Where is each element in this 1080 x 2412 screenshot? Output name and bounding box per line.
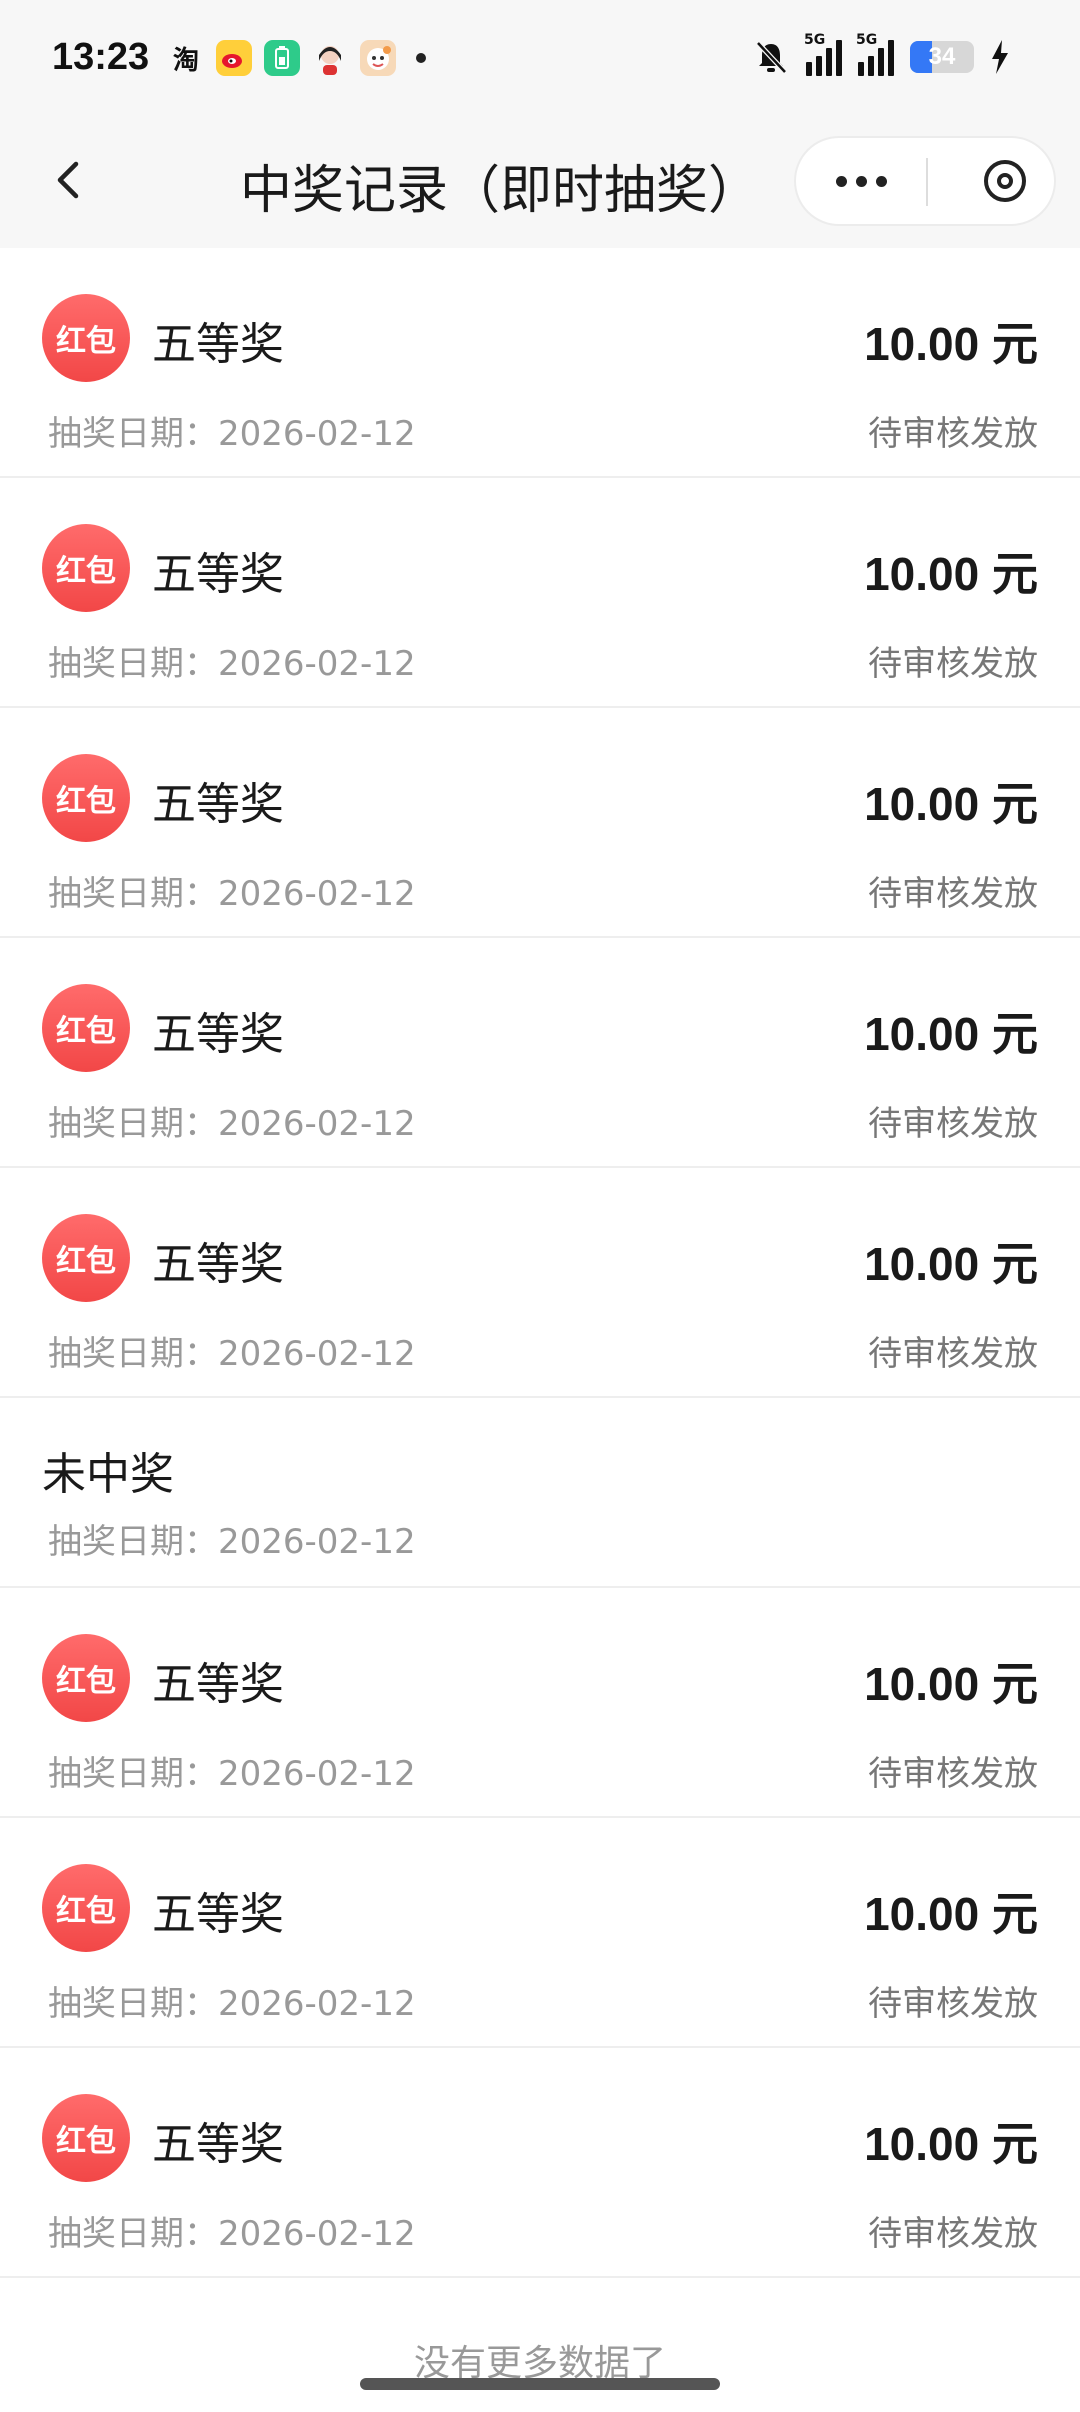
prize-amount: 10.00 元 — [864, 778, 1038, 830]
list-item[interactable]: 红包 五等奖 10.00 元 抽奖日期：2026-02-12 待审核发放 — [0, 2048, 1080, 2278]
battery-percent: 34 — [928, 43, 956, 70]
taobao-icon: 淘 — [172, 45, 199, 76]
status-text: 待审核发放 — [868, 1754, 1038, 1794]
red-packet-badge: 红包 — [42, 294, 130, 382]
prize-amount: 10.00 元 — [864, 548, 1038, 600]
status-time: 13:23 — [52, 36, 150, 78]
list-item-no-prize[interactable]: 未中奖 抽奖日期：2026-02-12 — [0, 1398, 1080, 1588]
more-dot-icon — [875, 175, 887, 187]
mute-bell-icon — [756, 41, 787, 74]
prize-name: 五等奖 — [152, 1239, 284, 1290]
prize-amount: 10.00 元 — [864, 1888, 1038, 1940]
prize-name: 五等奖 — [152, 319, 284, 370]
more-button[interactable] — [796, 138, 926, 224]
charging-icon — [992, 40, 1008, 74]
status-text: 待审核发放 — [868, 414, 1038, 454]
draw-date: 抽奖日期：2026-02-12 — [48, 874, 416, 914]
draw-date: 抽奖日期：2026-02-12 — [48, 1984, 416, 2024]
system-icons: 5G 5G 34 — [752, 32, 1010, 76]
red-packet-badge: 红包 — [42, 1214, 130, 1302]
draw-date: 抽奖日期：2026-02-12 — [48, 1522, 416, 1562]
prize-name: 五等奖 — [152, 779, 284, 830]
draw-date: 抽奖日期：2026-02-12 — [48, 1754, 416, 1794]
prize-name: 五等奖 — [152, 2119, 284, 2170]
prize-amount: 10.00 元 — [864, 2118, 1038, 2170]
mini-program-capsule — [794, 136, 1056, 226]
more-notifications-dot — [416, 53, 426, 63]
battery-app-icon — [264, 40, 300, 76]
list-item[interactable]: 红包 五等奖 10.00 元 抽奖日期：2026-02-12 待审核发放 — [0, 708, 1080, 938]
list-item[interactable]: 红包 五等奖 10.00 元 抽奖日期：2026-02-12 待审核发放 — [0, 938, 1080, 1168]
list-item[interactable]: 红包 五等奖 10.00 元 抽奖日期：2026-02-12 待审核发放 — [0, 1168, 1080, 1398]
red-packet-badge: 红包 — [42, 984, 130, 1072]
prize-amount: 10.00 元 — [864, 1008, 1038, 1060]
status-text: 待审核发放 — [868, 2214, 1038, 2254]
signal-icon-2: 5G — [856, 32, 894, 76]
draw-date: 抽奖日期：2026-02-12 — [48, 1104, 416, 1144]
close-button[interactable] — [982, 158, 1028, 204]
chevron-left-icon — [57, 161, 79, 199]
more-dot-icon — [835, 175, 847, 187]
prize-amount: 10.00 元 — [864, 1238, 1038, 1290]
prize-name: 五等奖 — [152, 549, 284, 600]
prize-amount: 10.00 元 — [864, 1658, 1038, 1710]
status-text: 待审核发放 — [868, 644, 1038, 684]
draw-date: 抽奖日期：2026-02-12 — [48, 1334, 416, 1374]
nav-bar: 中奖记录（即时抽奖） — [0, 120, 1080, 248]
game-app-icon — [360, 40, 396, 76]
notification-icons: 淘 — [168, 40, 426, 76]
home-indicator[interactable] — [360, 2378, 720, 2390]
prize-name: 未中奖 — [42, 1449, 174, 1500]
red-packet-badge: 红包 — [42, 1634, 130, 1722]
weibo-icon — [216, 40, 252, 76]
status-text: 待审核发放 — [868, 1984, 1038, 2024]
more-dot-icon — [855, 175, 867, 187]
red-packet-badge: 红包 — [42, 1864, 130, 1952]
prize-name: 五等奖 — [152, 1009, 284, 1060]
page-title: 中奖记录（即时抽奖） — [239, 161, 760, 221]
red-packet-badge: 红包 — [42, 2094, 130, 2182]
draw-date: 抽奖日期：2026-02-12 — [48, 414, 416, 454]
status-text: 待审核发放 — [868, 874, 1038, 914]
status-text: 待审核发放 — [868, 1334, 1038, 1374]
red-packet-badge: 红包 — [42, 524, 130, 612]
signal-icon-1: 5G — [804, 32, 842, 76]
status-text: 待审核发放 — [868, 1104, 1038, 1144]
red-packet-badge: 红包 — [42, 754, 130, 842]
capsule-divider — [926, 158, 928, 206]
prize-name: 五等奖 — [152, 1889, 284, 1940]
list-item[interactable]: 红包 五等奖 10.00 元 抽奖日期：2026-02-12 待审核发放 — [0, 1588, 1080, 1818]
list-item[interactable]: 红包 五等奖 10.00 元 抽奖日期：2026-02-12 待审核发放 — [0, 478, 1080, 708]
list-item[interactable]: 红包 五等奖 10.00 元 抽奖日期：2026-02-12 待审核发放 — [0, 248, 1080, 478]
prize-name: 五等奖 — [152, 1659, 284, 1710]
prize-amount: 10.00 元 — [864, 318, 1038, 370]
record-list: 红包 五等奖 10.00 元 抽奖日期：2026-02-12 待审核发放 红包 … — [0, 248, 1080, 2278]
close-circle-icon — [984, 160, 1026, 202]
draw-date: 抽奖日期：2026-02-12 — [48, 2214, 416, 2254]
list-item[interactable]: 红包 五等奖 10.00 元 抽奖日期：2026-02-12 待审核发放 — [0, 1818, 1080, 2048]
back-button[interactable] — [40, 150, 100, 210]
avatar-app-icon — [312, 40, 348, 76]
draw-date: 抽奖日期：2026-02-12 — [48, 644, 416, 684]
battery-icon: 34 — [910, 41, 974, 73]
status-bar: 13:23 淘 5G 5G 34 — [0, 0, 1080, 120]
